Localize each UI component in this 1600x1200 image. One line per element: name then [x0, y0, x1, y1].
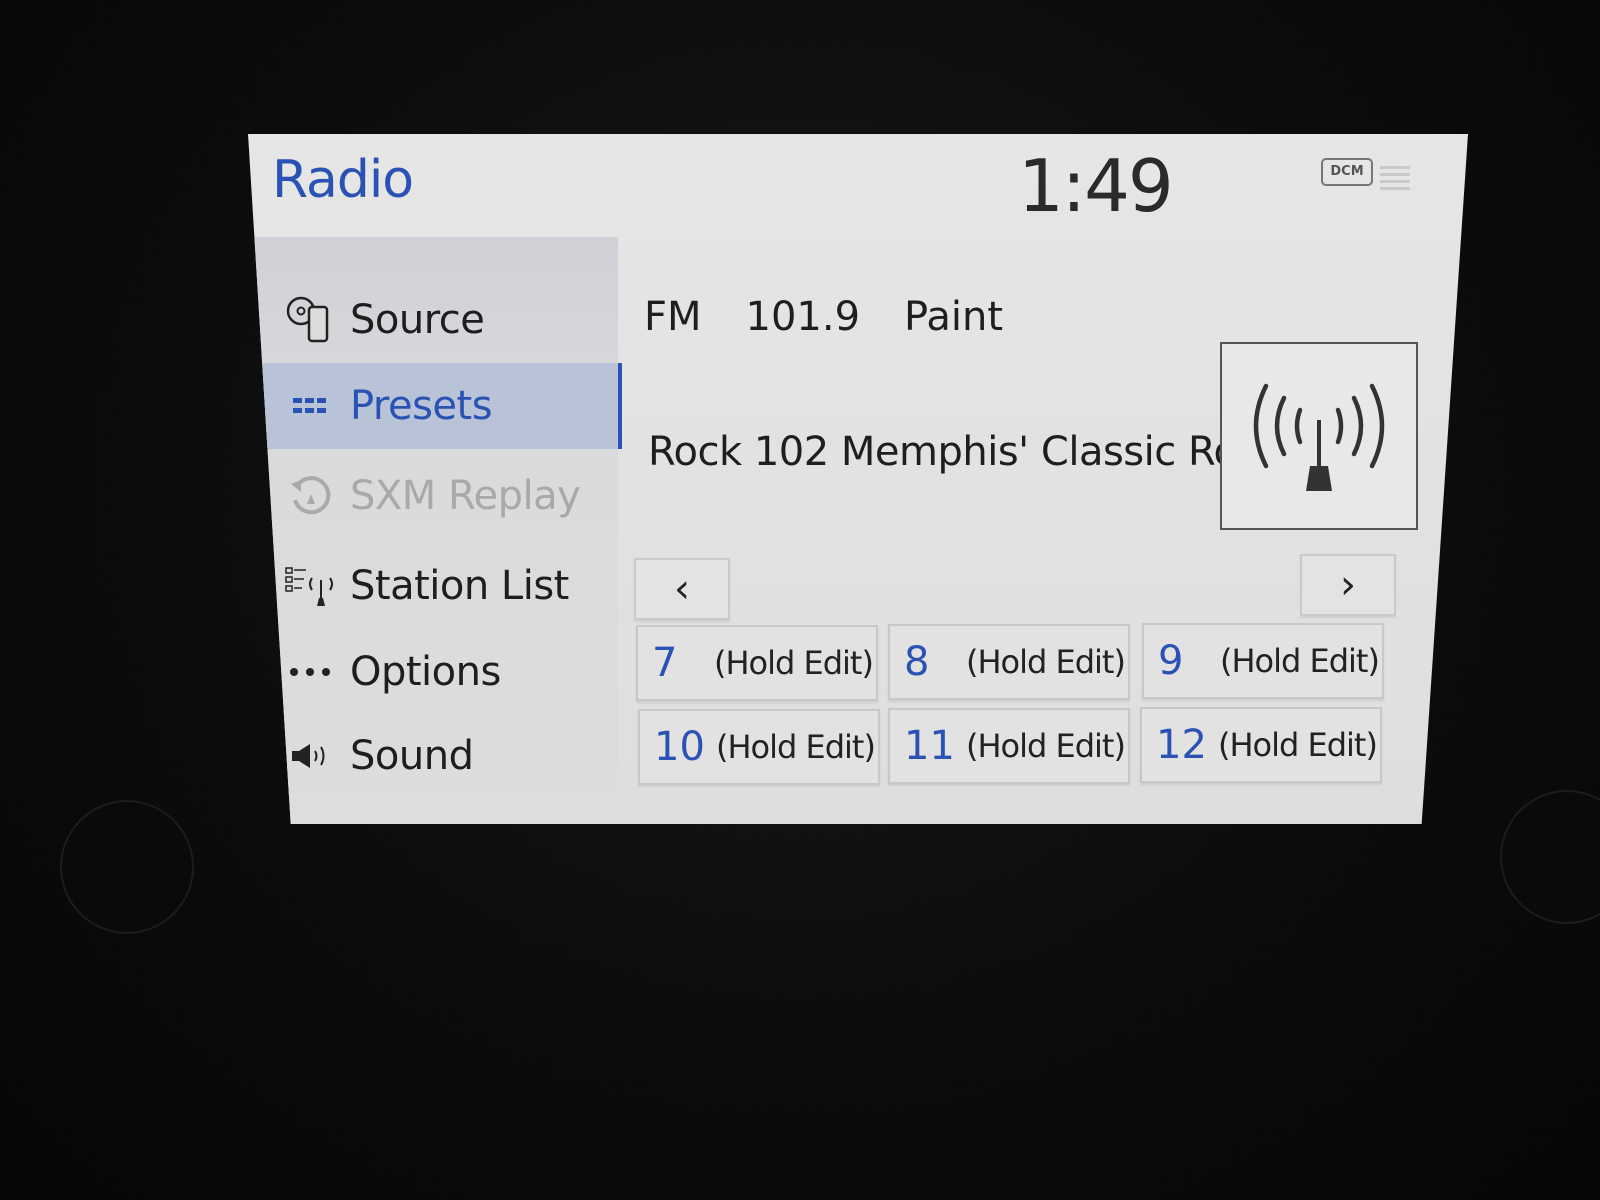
- frequency-label: 101.9: [745, 294, 861, 340]
- sidebar-item-sxm-replay[interactable]: SXM Replay: [254, 453, 618, 539]
- preset-label: (Hold Edit): [966, 727, 1126, 765]
- preset-label: (Hold Edit): [966, 643, 1126, 681]
- sidebar-item-label: Presets: [350, 383, 493, 429]
- sidebar-item-options[interactable]: Options: [254, 629, 618, 715]
- ellipsis-icon: [282, 666, 340, 678]
- speaker-icon: [282, 741, 340, 771]
- sidebar-item-sound[interactable]: Sound: [254, 713, 618, 799]
- previous-page-button[interactable]: ‹: [634, 558, 730, 620]
- station-name: Paint: [904, 294, 1004, 340]
- cellular-signal-icon: [1380, 166, 1410, 190]
- preset-button[interactable]: 8 (Hold Edit): [888, 624, 1130, 700]
- replay-icon: [282, 472, 340, 520]
- sidebar-item-station-list[interactable]: Station List: [254, 543, 618, 629]
- preset-button[interactable]: 11 (Hold Edit): [888, 708, 1130, 784]
- tuner-info: FM 101.9 Paint: [644, 294, 1047, 340]
- source-disc-phone-icon: [282, 295, 340, 345]
- preset-label: (Hold Edit): [714, 644, 874, 682]
- band-label: FM: [644, 294, 702, 340]
- sidebar-item-label: Station List: [350, 563, 569, 609]
- preset-number: 8: [904, 639, 930, 685]
- grid-dots-icon: [282, 396, 340, 416]
- station-artwork: [1220, 342, 1418, 530]
- left-knob[interactable]: [60, 800, 194, 934]
- chevron-right-icon: ›: [1340, 562, 1356, 608]
- infotainment-screen: Radio 1:49 DCM Source Presets SXM Replay…: [248, 134, 1468, 824]
- station-description: Rock 102 Memphis' Classic Rock: [648, 429, 1282, 475]
- preset-number: 10: [654, 724, 705, 770]
- sidebar: Source Presets SXM Replay Station List O…: [254, 237, 622, 824]
- preset-number: 7: [652, 640, 678, 686]
- preset-label: (Hold Edit): [716, 728, 876, 766]
- preset-button[interactable]: 7 (Hold Edit): [636, 625, 878, 701]
- station-list-icon: [282, 564, 340, 608]
- dcm-status-badge: DCM: [1321, 158, 1373, 186]
- preset-label: (Hold Edit): [1220, 642, 1380, 680]
- preset-button[interactable]: 10 (Hold Edit): [638, 709, 880, 785]
- next-page-button[interactable]: ›: [1300, 554, 1396, 616]
- preset-label: (Hold Edit): [1218, 726, 1378, 764]
- preset-button[interactable]: 9 (Hold Edit): [1142, 623, 1384, 699]
- sidebar-item-label: Sound: [350, 733, 474, 779]
- right-knob[interactable]: [1500, 790, 1600, 924]
- sidebar-item-label: Options: [350, 649, 501, 695]
- clock: 1:49: [1018, 144, 1174, 228]
- sidebar-item-presets[interactable]: Presets: [254, 363, 622, 449]
- sidebar-item-label: Source: [350, 297, 485, 343]
- preset-number: 12: [1156, 722, 1207, 768]
- radio-antenna-icon: [1253, 383, 1385, 491]
- sidebar-item-label: SXM Replay: [350, 473, 581, 519]
- screen-title: Radio: [272, 150, 414, 210]
- sidebar-item-source[interactable]: Source: [254, 277, 618, 363]
- chevron-left-icon: ‹: [674, 566, 690, 612]
- preset-number: 9: [1158, 638, 1184, 684]
- preset-number: 11: [904, 723, 955, 769]
- preset-button[interactable]: 12 (Hold Edit): [1140, 707, 1382, 783]
